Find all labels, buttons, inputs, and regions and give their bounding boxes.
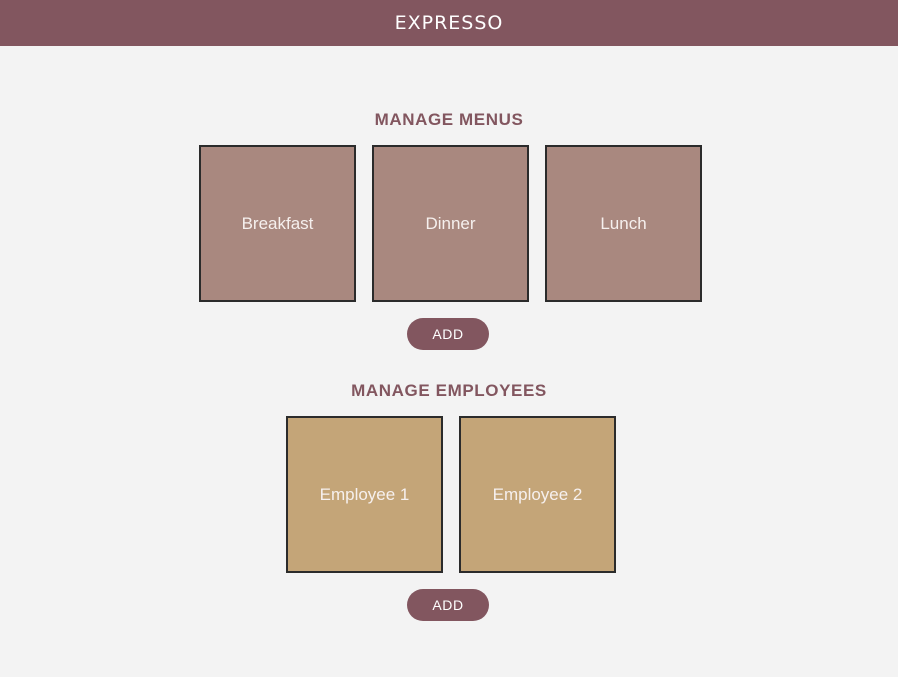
menus-section-title: MANAGE MENUS xyxy=(374,110,524,129)
employee-card-1[interactable]: Employee 1 xyxy=(286,416,443,573)
add-employee-button[interactable]: ADD xyxy=(407,589,489,621)
employee-card-label: Employee 1 xyxy=(319,484,410,504)
menu-card-lunch[interactable]: Lunch xyxy=(545,145,702,302)
menu-card-dinner[interactable]: Dinner xyxy=(372,145,529,302)
menu-card-breakfast[interactable]: Breakfast xyxy=(199,145,356,302)
employees-section-title: MANAGE EMPLOYEES xyxy=(351,381,547,400)
add-menu-button[interactable]: ADD xyxy=(407,318,489,350)
app-logo[interactable]: EXPRESSO xyxy=(395,12,504,34)
menu-card-label: Breakfast xyxy=(241,213,314,233)
employee-card-2[interactable]: Employee 2 xyxy=(459,416,616,573)
employee-card-label: Employee 2 xyxy=(492,484,583,504)
menu-card-label: Dinner xyxy=(425,213,476,233)
app-header: EXPRESSO xyxy=(0,0,898,46)
menu-card-label: Lunch xyxy=(600,213,647,233)
